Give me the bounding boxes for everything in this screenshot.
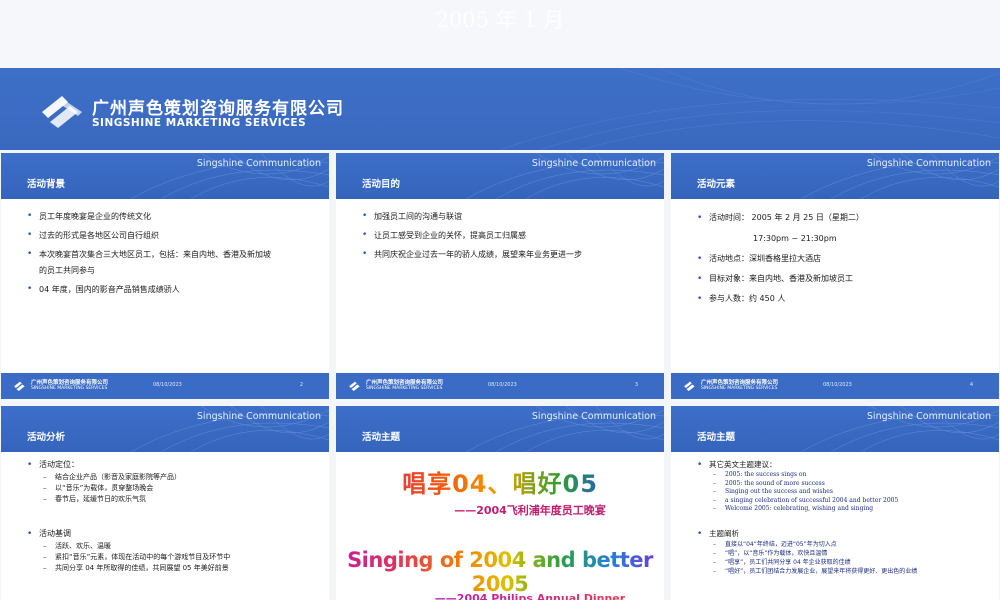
bullet-item: 目标对象：来自内地、香港及新加坡员工 [695, 269, 985, 289]
page-number: 4 [969, 382, 973, 388]
bullet-item: 员工年度晚宴是企业的传统文化 [25, 207, 315, 226]
sub-item: 紧扣“音乐”元素，体现在活动中的每个游戏节目及环节中 [43, 552, 315, 563]
bullet-item: 参与人数：约 450 人 [695, 289, 985, 309]
slide-title: 活动分析 [27, 432, 66, 443]
sub-item: “唱好”，员工们团结合力发展企业，展望来年将获得更好、更出色的业绩 [713, 567, 985, 576]
slide-3-background[interactable]: Singshine Communication 活动目的 加强员工间的沟通与联谊… [336, 153, 664, 399]
sub-item: Singing out the success and wishes [713, 488, 985, 497]
brand-label: Singshine Communication [531, 411, 656, 422]
slide-header: Singshine Communication 活动元素 [671, 153, 999, 199]
slide-header: Singshine Communication 活动分析 [1, 406, 329, 452]
footer-date: 08/10/2023 [823, 382, 852, 388]
page-number: 3 [634, 382, 638, 388]
footer-date: 08/10/2023 [488, 382, 517, 388]
bullet-item: 活动时间： 2005 年 2 月 25 日（星期二） [695, 207, 985, 229]
brand-label: Singshine Communication [196, 411, 321, 422]
sub-item: 春节后，延缓节日的欢乐气氛 [43, 494, 315, 505]
slide-body: 加强员工间的沟通与联谊 让员工感受到企业的关怀，提高员工归属感 共同庆祝企业过去… [360, 207, 650, 264]
top-strip: 2005 年 1 月 [0, 0, 1000, 68]
footer-date: 08/10/2023 [153, 382, 182, 388]
slide-4-background[interactable]: Singshine Communication 活动元素 活动时间： 2005 … [671, 153, 999, 399]
brand-label: Singshine Communication [866, 158, 991, 169]
sub-item: “唱”，以“音乐”作为载体，欢快且温情 [713, 549, 985, 558]
slide-title: 活动主题 [697, 432, 736, 443]
slide-footer: 广州声色策划咨询服务有限公司 SINGSHINE MARKETING SERVI… [671, 373, 999, 399]
slide-body: 其它英文主题建议： 2005: the success sings on 200… [695, 459, 985, 576]
bullet-item: 加强员工间的沟通与联谊 [360, 207, 650, 226]
sub-item: 活跃、欢乐、温暖 [43, 541, 315, 552]
sub-item: a singing celebration of successful 2004… [713, 497, 985, 506]
section-heading: 活动定位： [25, 458, 315, 472]
bullet-continuation: 的员工共同参与 [39, 266, 95, 275]
slide-header: Singshine Communication 活动目的 [336, 153, 664, 199]
sub-item: 2005: the sound of more success [713, 480, 985, 489]
footer-company-en: SINGSHINE MARKETING SERVICES [701, 386, 778, 391]
slide-title: 活动背景 [27, 179, 66, 190]
slide-body: 活动时间： 2005 年 2 月 25 日（星期二） 17:30pm ~ 21:… [695, 207, 985, 309]
theme-subtitle-en: ——2004 Philips Annual Dinner [336, 592, 664, 600]
theme-subtitle-cn: ——2004飞利浦年度员工晚宴 [454, 504, 606, 517]
slide-6-background[interactable]: Singshine Communication 活动主题 唱享04、唱好05 —… [336, 406, 664, 600]
slide-title: 活动元素 [697, 179, 736, 190]
footer-company-cn: 广州声色策划咨询服务有限公司 [366, 380, 444, 386]
bullet-item: 04 年度，国内的影音产品销售成绩骄人 [25, 280, 315, 299]
slide-2-background[interactable]: Singshine Communication 活动背景 员工年度晚宴是企业的传… [1, 153, 329, 399]
company-name-en: SINGSHINE MARKETING SERVICES [92, 117, 307, 129]
slide-body: 活动定位： 结合企业产品（影音及家庭影院等产品） 以“音乐”为载体，贯穿整场晚会… [25, 458, 315, 574]
section-heading: 其它英文主题建议： [695, 459, 985, 471]
sub-item: 以“音乐”为载体，贯穿整场晚会 [43, 483, 315, 494]
theme-title-en: Singing of 2004 and better 2005 [336, 548, 664, 596]
slide-body: 员工年度晚宴是企业的传统文化 过去的形式是各地区公司自行组织 本次晚宴首次集合三… [25, 207, 315, 299]
section-heading: 主题阐析 [695, 528, 985, 540]
theme-title-cn: 唱享04、唱好05 [336, 464, 664, 499]
sub-item: 结合企业产品（影音及家庭影院等产品） [43, 472, 315, 483]
bullet-item: 过去的形式是各地区公司自行组织 [25, 226, 315, 245]
slide-header: Singshine Communication 活动背景 [1, 153, 329, 199]
page-number: 2 [299, 382, 303, 388]
slide-footer: 广州声色策划咨询服务有限公司 SINGSHINE MARKETING SERVI… [1, 373, 329, 399]
slide-7-background[interactable]: Singshine Communication 活动主题 其它英文主题建议： 2… [671, 406, 999, 600]
sub-item: 2005: the success sings on [713, 471, 985, 480]
section-heading: 活动基调 [25, 527, 315, 541]
slide-title: 活动主题 [362, 432, 401, 443]
slide-header: Singshine Communication 活动主题 [336, 406, 664, 452]
sub-item: “唱享”，员工们共同分享 04 年企业获取的佳绩 [713, 558, 985, 567]
bullet-item: 让员工感受到企业的关怀，提高员工归属感 [360, 226, 650, 245]
bullet-item: 活动地点：深圳香格里拉大酒店 [695, 249, 985, 269]
footer-logo-icon [684, 381, 695, 391]
bullet-item: 共同庆祝企业过去一年的骄人成绩，展望来年业务更进一步 [360, 245, 650, 264]
sub-item: 共同分享 04 年所取得的佳绩，共同展望 05 年美好前景 [43, 563, 315, 574]
footer-company-en: SINGSHINE MARKETING SERVICES [31, 386, 108, 391]
brand-label: Singshine Communication [196, 158, 321, 169]
slide-header: Singshine Communication 活动主题 [671, 406, 999, 452]
slide-title: 活动目的 [362, 179, 401, 190]
footer-logo-icon [349, 381, 360, 391]
document-date: 2005 年 1 月 [435, 8, 565, 32]
sub-item: Welcome 2005: celebrating, wishing and s… [713, 505, 985, 514]
company-name-cn: 广州声色策划咨询服务有限公司 [92, 99, 344, 119]
footer-company-cn: 广州声色策划咨询服务有限公司 [31, 380, 109, 386]
footer-logo-icon [14, 381, 25, 391]
brand-label: Singshine Communication [866, 411, 991, 422]
company-logo-icon [42, 96, 82, 128]
slide-footer: 广州声色策划咨询服务有限公司 SINGSHINE MARKETING SERVI… [336, 373, 664, 399]
bullet-continuation: 17:30pm ~ 21:30pm [753, 234, 837, 243]
slide-5-background[interactable]: Singshine Communication 活动分析 活动定位： 结合企业产… [1, 406, 329, 600]
footer-company-cn: 广州声色策划咨询服务有限公司 [701, 380, 779, 386]
sub-item: 直接以“04”年终结，迈进“05”年为切入点 [713, 540, 985, 549]
brand-label: Singshine Communication [531, 158, 656, 169]
footer-company-en: SINGSHINE MARKETING SERVICES [366, 386, 443, 391]
